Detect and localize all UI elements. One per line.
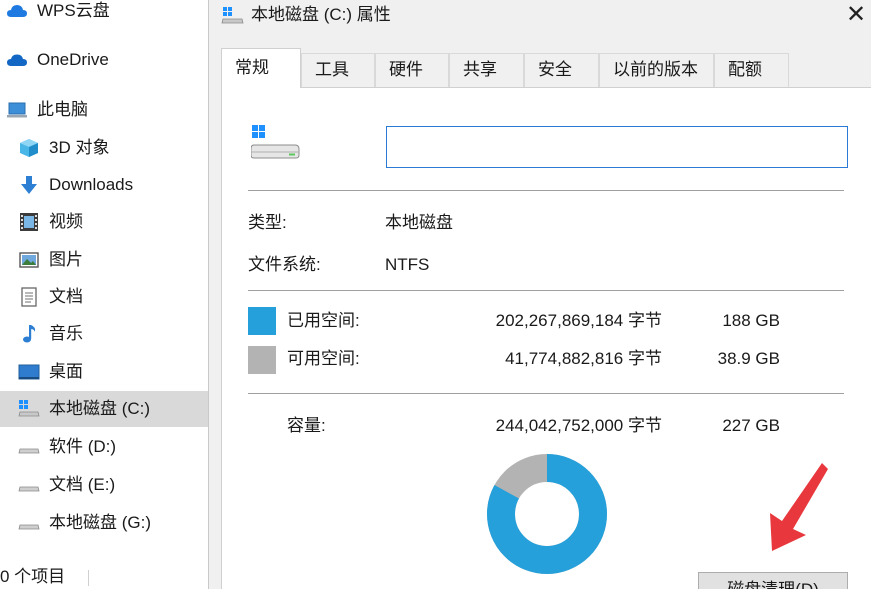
navigation-pane: WPS云盘 OneDrive 此电脑 3D 对象 Downloads 视频 图片… [0,0,208,589]
sidebar-item-onedrive[interactable]: OneDrive [0,42,208,78]
used-space-bytes: 202,267,869,184 字节 [495,311,662,330]
sidebar-item-pictures[interactable]: 图片 [0,242,208,278]
picture-icon [19,252,39,268]
used-space-label: 已用空间: [287,311,360,330]
sidebar-item-label: 视频 [49,212,83,231]
windows-drive-icon [18,400,40,417]
type-value: 本地磁盘 [385,213,453,232]
free-space-size: 38.9 GB [717,349,780,368]
sidebar-item-downloads[interactable]: Downloads [0,167,208,203]
sidebar-item-music[interactable]: 音乐 [0,316,208,352]
sidebar-item-label: 图片 [49,250,83,269]
tab-strip: 常规 工具 硬件 共享 安全 以前的版本 配额 [221,48,861,88]
sidebar-item-3d-objects[interactable]: 3D 对象 [0,130,208,166]
capacity-size: 227 GB [722,416,780,435]
sidebar-item-drive-e[interactable]: 文档 (E:) [0,467,208,503]
tab-quota[interactable]: 配额 [714,53,789,87]
tab-security[interactable]: 安全 [524,53,599,87]
volume-label-input[interactable] [386,126,848,168]
sidebar-item-label: 本地磁盘 (G:) [49,513,151,532]
file-system-label: 文件系统: [248,255,321,274]
close-button[interactable]: ✕ [845,2,867,26]
sidebar-item-label: 音乐 [49,324,83,343]
sidebar-item-label: 软件 (D:) [49,437,117,456]
sidebar-item-label: 文档 [49,287,83,306]
desktop-icon [18,364,40,380]
sidebar-item-label: Downloads [49,175,134,194]
divider [248,393,844,394]
download-arrow-icon [21,176,37,194]
file-system-value: NTFS [385,255,430,274]
sidebar-item-label: WPS云盘 [37,1,110,20]
onedrive-cloud-icon [7,54,27,66]
capacity-bytes: 244,042,752,000 字节 [495,416,662,435]
free-space-bytes: 41,774,882,816 字节 [505,349,662,368]
used-space-swatch [248,307,276,335]
sidebar-item-local-disk-c[interactable]: 本地磁盘 (C:) [0,391,208,427]
windows-drive-icon [251,125,300,159]
status-item-count: 0 个项目 [0,567,66,586]
drive-icon [18,486,40,492]
divider [248,290,844,291]
free-space-swatch [248,346,276,374]
sidebar-item-local-disk-g[interactable]: 本地磁盘 (G:) [0,505,208,541]
sidebar-item-label: 本地磁盘 (C:) [49,399,151,418]
sidebar-item-this-pc[interactable]: 此电脑 [0,92,208,128]
sidebar-item-drive-d[interactable]: 软件 (D:) [0,429,208,465]
drive-icon [18,524,40,530]
type-label: 类型: [248,213,287,232]
sidebar-item-label: 桌面 [49,362,83,381]
general-tab-panel: 类型: 本地磁盘 文件系统: NTFS 已用空间: 202,267,869,18… [221,87,871,589]
tab-previous-versions[interactable]: 以前的版本 [599,53,714,87]
music-note-icon [23,325,36,343]
sidebar-item-label: 此电脑 [37,100,88,119]
3d-objects-icon [20,139,38,157]
divider [248,190,844,191]
sidebar-item-documents[interactable]: 文档 [0,279,208,315]
cloud-icon [7,5,27,17]
disk-usage-donut [487,454,607,574]
disk-cleanup-button[interactable]: 磁盘清理(D) [698,572,848,589]
tab-general[interactable]: 常规 [221,48,301,88]
video-film-icon [20,213,38,231]
status-divider [88,570,89,586]
sidebar-item-wps-cloud[interactable]: WPS云盘 [0,0,208,29]
tab-hardware[interactable]: 硬件 [375,53,449,87]
capacity-label: 容量: [287,416,326,435]
dialog-title: 本地磁盘 (C:) 属性 [251,5,391,24]
free-space-label: 可用空间: [287,349,360,368]
computer-icon [7,102,27,118]
red-arrow-annotation [770,463,828,551]
sidebar-item-label: OneDrive [37,50,109,69]
used-space-size: 188 GB [722,311,780,330]
windows-drive-icon [221,7,244,24]
drive-icon [18,448,40,454]
sidebar-item-videos[interactable]: 视频 [0,204,208,240]
tab-tools[interactable]: 工具 [301,53,375,87]
document-icon [21,287,37,307]
tab-sharing[interactable]: 共享 [449,53,524,87]
sidebar-item-desktop[interactable]: 桌面 [0,354,208,390]
sidebar-item-label: 3D 对象 [49,138,110,157]
properties-dialog: 本地磁盘 (C:) 属性 ✕ 常规 工具 硬件 共享 安全 以前的版本 配额 类… [209,0,871,589]
sidebar-item-label: 文档 (E:) [49,475,116,494]
